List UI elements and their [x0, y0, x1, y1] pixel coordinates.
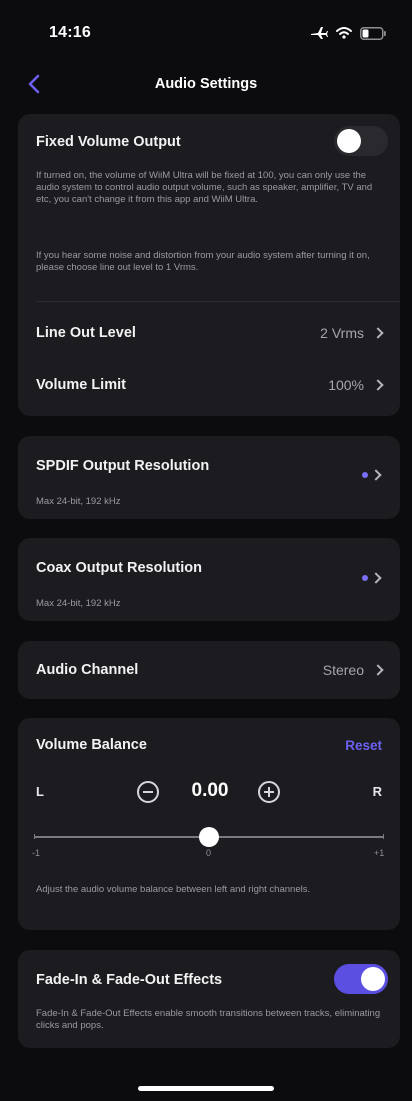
coax-resolution-card[interactable]: Coax Output Resolution Max 24-bit, 192 k… — [18, 538, 400, 621]
chevron-right-icon — [370, 572, 382, 584]
line-out-level-value-group: 2 Vrms — [320, 325, 384, 341]
audio-channel-card: Audio Channel Stereo — [18, 641, 400, 699]
line-out-level-value: 2 Vrms — [320, 325, 364, 341]
spdif-title: SPDIF Output Resolution — [36, 458, 210, 474]
spdif-resolution-card[interactable]: SPDIF Output Resolution Max 24-bit, 192 … — [18, 436, 400, 519]
volume-limit-value: 100% — [328, 377, 364, 393]
slider-tick-max — [383, 834, 384, 839]
spdif-subtitle: Max 24-bit, 192 kHz — [36, 496, 121, 507]
home-indicator — [138, 1086, 274, 1091]
decrease-balance-button[interactable] — [137, 781, 159, 803]
audio-channel-label: Audio Channel — [36, 662, 139, 678]
line-out-level-label: Line Out Level — [36, 325, 136, 341]
fade-effects-toggle[interactable] — [334, 964, 388, 994]
fade-effects-description: Fade-In & Fade-Out Effects enable smooth… — [36, 1008, 381, 1031]
balance-slider-thumb[interactable] — [199, 827, 219, 847]
coax-indicator — [362, 572, 382, 584]
increase-balance-button[interactable] — [258, 781, 280, 803]
volume-limit-row[interactable]: Volume Limit 100% — [18, 364, 400, 406]
fixed-volume-toggle[interactable] — [334, 126, 388, 156]
nav-bar: Audio Settings — [0, 62, 412, 104]
fixed-volume-warning: If you hear some noise and distortion fr… — [36, 250, 370, 273]
status-dot — [362, 575, 368, 581]
chevron-right-icon — [372, 664, 384, 676]
audio-settings-screen: 14:16 Audio Settings Fixed Volume Output… — [0, 0, 412, 1101]
toggle-knob — [361, 967, 385, 991]
line-out-level-row[interactable]: Line Out Level 2 Vrms — [18, 312, 400, 354]
chevron-right-icon — [372, 379, 384, 391]
reset-button[interactable]: Reset — [345, 738, 382, 753]
status-icons — [310, 26, 386, 40]
fixed-volume-title: Fixed Volume Output — [36, 134, 181, 150]
balance-left-label: L — [36, 784, 44, 799]
fade-effects-title: Fade-In & Fade-Out Effects — [36, 972, 223, 988]
volume-balance-card: Volume Balance Reset L R 0.00 -1 0 +1 Ad… — [18, 718, 400, 930]
slider-min-label: -1 — [32, 848, 41, 858]
volume-limit-value-group: 100% — [328, 377, 384, 393]
divider — [36, 301, 400, 302]
status-time: 14:16 — [49, 24, 91, 41]
audio-channel-value: Stereo — [322, 662, 364, 678]
slider-tick-min — [34, 834, 35, 839]
fade-effects-card: Fade-In & Fade-Out Effects Fade-In & Fad… — [18, 950, 400, 1048]
status-bar: 14:16 — [0, 0, 412, 62]
balance-right-label: R — [372, 784, 382, 799]
slider-mid-label: 0 — [206, 848, 212, 858]
output-settings-card: Fixed Volume Output If turned on, the vo… — [18, 114, 400, 416]
slider-max-label: +1 — [374, 848, 385, 858]
spdif-indicator — [362, 469, 382, 481]
airplane-icon — [310, 26, 328, 40]
page-title: Audio Settings — [154, 76, 258, 92]
volume-balance-description: Adjust the audio volume balance between … — [36, 884, 311, 895]
battery-icon — [360, 26, 386, 40]
status-dot — [362, 472, 368, 478]
volume-limit-label: Volume Limit — [36, 377, 126, 393]
chevron-right-icon — [372, 327, 384, 339]
balance-value: 0.00 — [191, 780, 229, 801]
volume-balance-title: Volume Balance — [36, 737, 147, 753]
audio-channel-row[interactable]: Audio Channel Stereo — [18, 641, 400, 699]
fixed-volume-description: If turned on, the volume of WiiM Ultra w… — [36, 170, 373, 205]
chevron-right-icon — [370, 469, 382, 481]
audio-channel-value-group: Stereo — [322, 662, 384, 678]
wifi-icon — [336, 27, 352, 39]
toggle-knob — [337, 129, 361, 153]
coax-title: Coax Output Resolution — [36, 560, 202, 576]
coax-subtitle: Max 24-bit, 192 kHz — [36, 598, 121, 609]
